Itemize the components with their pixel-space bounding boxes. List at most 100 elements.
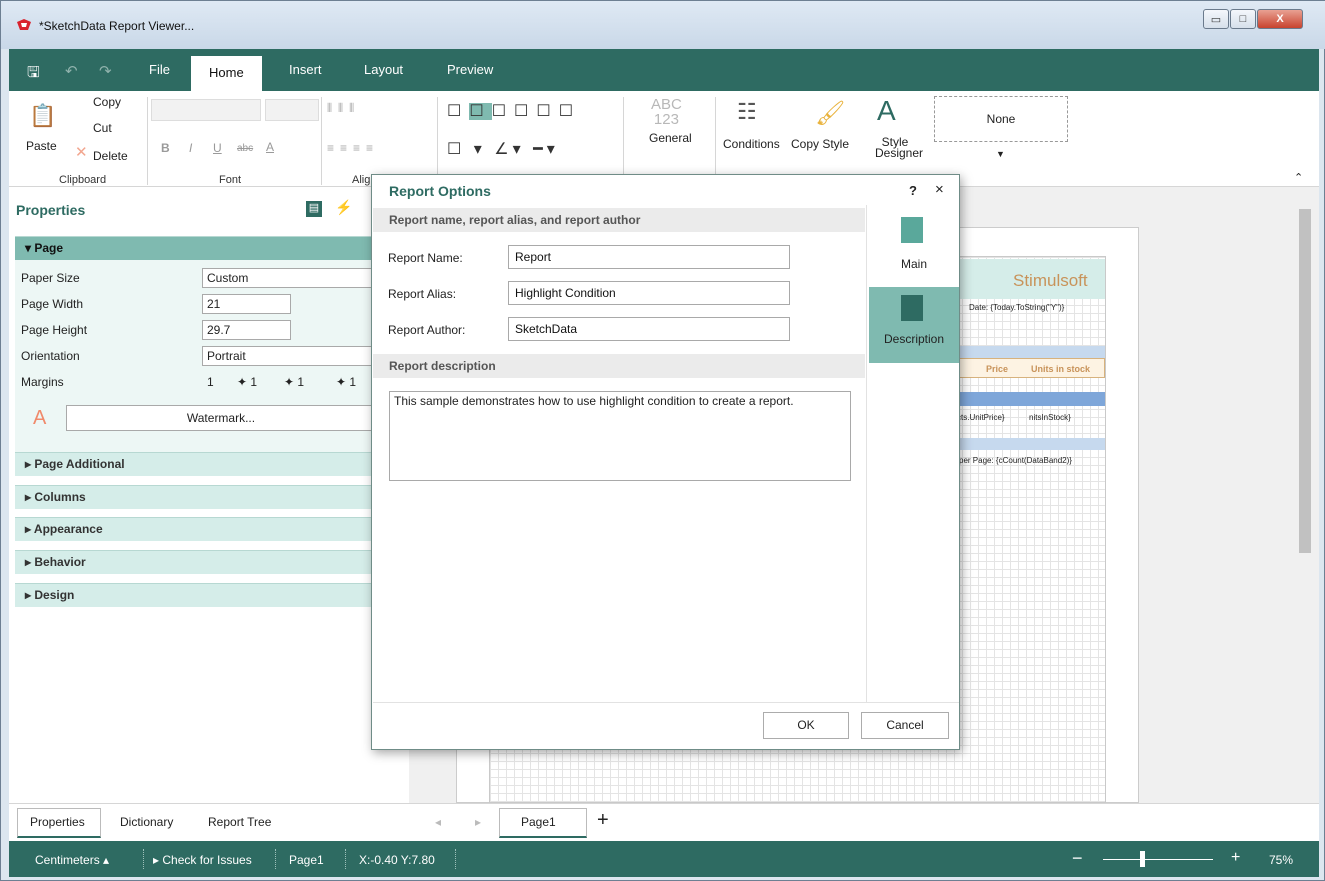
unit-price-field[interactable]: cts.UnitPrice}	[957, 413, 1005, 422]
paper-size-select[interactable]: Custom	[202, 268, 372, 288]
strikethrough-button[interactable]: abc	[237, 143, 253, 154]
watermark-button[interactable]: Watermark...	[66, 405, 376, 431]
copy-button[interactable]: Copy	[93, 95, 121, 109]
section-design[interactable]: ▸ Design	[15, 583, 409, 607]
copy-style-button[interactable]: Copy Style	[791, 137, 849, 151]
app-window: *SketchData Report Viewer... ▭ □ X 🖫 ↶ ↷…	[0, 0, 1325, 881]
footer-band[interactable]	[959, 438, 1105, 450]
font-color-button[interactable]: A	[266, 140, 274, 154]
align-horizontal-icons[interactable]: ≡≡≡≡	[327, 141, 379, 155]
categorized-view-icon[interactable]: ▤	[306, 201, 322, 217]
page-height-input[interactable]: 29.7	[202, 320, 291, 340]
tab-page1[interactable]: Page1	[521, 815, 556, 829]
margin-bottom-input[interactable]: ✦ 1	[336, 375, 356, 389]
save-icon[interactable]: 🖫	[27, 62, 40, 87]
font-size-select[interactable]	[265, 99, 319, 121]
border-style-buttons[interactable]: ☐ ▾ ∠▾ ━▾	[447, 139, 559, 159]
style-gallery-item[interactable]: None	[934, 96, 1068, 142]
alignment-group-label: Alig	[352, 174, 371, 186]
close-icon[interactable]: ×	[935, 181, 944, 198]
help-icon[interactable]: ?	[909, 183, 917, 198]
font-group-label: Font	[219, 174, 242, 186]
font-name-select[interactable]	[151, 99, 261, 121]
report-name-input[interactable]: Report	[508, 245, 790, 269]
price-header[interactable]: Price	[986, 364, 1008, 374]
section-columns[interactable]: ▸ Columns	[15, 485, 409, 509]
gallery-dropdown-icon[interactable]: ▼	[996, 149, 1005, 159]
description-textarea[interactable]: This sample demonstrates how to use high…	[389, 391, 851, 481]
section-behavior[interactable]: ▸ Behavior	[15, 550, 409, 574]
header-band[interactable]	[959, 346, 1105, 358]
margin-right-input[interactable]: ✦ 1	[237, 375, 257, 389]
page-width-input[interactable]: 21	[202, 294, 291, 314]
sidebar-item-description[interactable]: Description	[869, 287, 959, 363]
prev-page-icon[interactable]: ◂	[435, 815, 441, 829]
delete-button[interactable]: Delete	[93, 149, 128, 163]
section-page-additional[interactable]: ▸ Page Additional	[15, 452, 409, 476]
collapse-icon: ▾	[25, 241, 35, 255]
tab-properties[interactable]: Properties	[30, 815, 85, 829]
paste-button[interactable]: Paste	[26, 139, 57, 153]
report-title-text[interactable]: Stimulsoft	[1013, 271, 1088, 291]
underline-button[interactable]: U	[213, 141, 222, 155]
tab-home[interactable]: Home	[191, 56, 262, 91]
property-label: Page Height	[21, 323, 88, 337]
property-label: Paper Size	[21, 271, 80, 285]
add-page-icon[interactable]: +	[597, 809, 609, 832]
ok-button[interactable]: OK	[763, 712, 849, 739]
events-icon[interactable]: ⚡	[335, 199, 352, 216]
divider	[143, 849, 144, 869]
divider	[437, 97, 438, 185]
units-selector[interactable]: Centimeters ▴	[35, 853, 109, 867]
margin-left-input[interactable]: 1	[207, 375, 214, 389]
minimize-icon: ▭	[1210, 13, 1222, 26]
style-designer-button[interactable]: Style Designer	[875, 136, 923, 159]
tab-preview[interactable]: Preview	[429, 49, 511, 91]
zoom-in-icon[interactable]: +	[1231, 849, 1240, 867]
units-in-stock-field[interactable]: nitsInStock}	[1029, 413, 1071, 422]
border-buttons[interactable]: ☐☐☐☐☐☐	[447, 101, 581, 121]
copy-style-brush-icon: 🖌	[815, 100, 846, 127]
undo-icon[interactable]: ↶	[65, 62, 78, 80]
scrollbar-thumb[interactable]	[1299, 209, 1311, 553]
tab-report-tree[interactable]: Report Tree	[208, 815, 271, 829]
tab-layout[interactable]: Layout	[346, 49, 421, 91]
margin-top-input[interactable]: ✦ 1	[284, 375, 304, 389]
check-for-issues-button[interactable]: ▸ Check for Issues	[153, 853, 252, 867]
redo-icon[interactable]: ↷	[99, 62, 112, 80]
report-alias-input[interactable]: Highlight Condition	[508, 281, 790, 305]
collapse-ribbon-icon[interactable]: ⌃	[1294, 171, 1303, 184]
status-bar: Centimeters ▴ ▸ Check for Issues Page1 X…	[9, 841, 1319, 877]
expand-icon: ▸	[25, 555, 35, 569]
bold-button[interactable]: B	[161, 141, 170, 155]
cut-button[interactable]: Cut	[93, 121, 112, 135]
format-select[interactable]: General	[649, 131, 692, 145]
zoom-out-icon[interactable]: −	[1072, 848, 1083, 869]
tab-insert[interactable]: Insert	[271, 49, 340, 91]
count-field[interactable]: per Page: {cCount(DataBand2)}	[959, 456, 1072, 465]
cancel-button[interactable]: Cancel	[861, 712, 949, 739]
align-vertical-icons[interactable]: ⫴⫴⫴	[327, 101, 360, 116]
expand-icon: ▸	[25, 490, 35, 504]
section-page[interactable]: ▾ Page	[15, 236, 409, 260]
minimize-button[interactable]: ▭	[1203, 9, 1229, 29]
section-appearance[interactable]: ▸ Appearance	[15, 517, 409, 541]
units-header[interactable]: Units in stock	[1031, 364, 1090, 374]
divider	[373, 702, 959, 703]
arrow-icon: ✦	[336, 375, 350, 389]
tab-file[interactable]: File	[131, 49, 188, 91]
next-page-icon[interactable]: ▸	[475, 815, 481, 829]
tab-dictionary[interactable]: Dictionary	[120, 815, 173, 829]
close-window-button[interactable]: X	[1257, 9, 1303, 29]
title-bar: *SketchData Report Viewer... ▭ □ X	[1, 1, 1325, 49]
italic-button[interactable]: I	[189, 141, 192, 155]
data-band[interactable]	[959, 392, 1105, 406]
conditions-button[interactable]: Conditions	[723, 137, 780, 151]
maximize-button[interactable]: □	[1230, 9, 1256, 29]
zoom-slider[interactable]	[1103, 859, 1213, 860]
date-field[interactable]: Date: {Today.ToString("Y")}	[969, 303, 1064, 312]
zoom-slider-thumb[interactable]	[1140, 851, 1145, 867]
report-author-input[interactable]: SketchData	[508, 317, 790, 341]
sidebar-item-main[interactable]: Main	[869, 207, 959, 279]
orientation-select[interactable]: Portrait	[202, 346, 372, 366]
